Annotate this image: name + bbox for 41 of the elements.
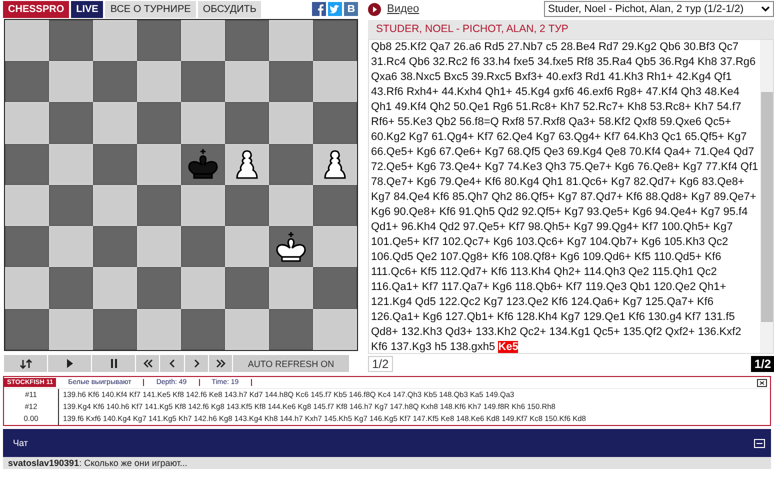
first-move-button[interactable] (136, 355, 159, 372)
game-select[interactable]: Studer, Noel - Pichot, Alan, 2 тур (1/2-1/2) (544, 1, 774, 18)
nav-tab[interactable]: ОБСУДИТЬ (198, 0, 262, 18)
minimize-icon[interactable] (754, 438, 765, 448)
double-chevron-left-icon (142, 359, 152, 368)
scrollbar[interactable] (760, 40, 773, 354)
nav-tab[interactable]: CHESSPRO (3, 0, 70, 18)
moves-text: Qb8 25.Kf2 Qa7 26.a6 Rd5 27.Nb7 c5 28.Be4 Rd7 29.Kg2 Qb6 30.Bf3 Qc7 31.Rc4 Qb6 32.Rc2 f6 33.h4 fxe5 34.fxe5 Rf8 35.Ra4 Qb5 36.Rg4 Kh8 37.Rg6 Qxa6 38.Nxc5 Bxc5 39.Rxc5 Bxf3+ 40.exf3 Rd1 41.Kh3 Rh1+ 42.Kg4 Qf1 43.Rf6 Rxh4+ 44.Kxh4 Qh1+ 45.Kg4 gxf6 46.exf6 Rg8+ 47.Kf4 Qh3 48.Ke4 Qh1 49.Kf4 Qh2 50.Qe1 Rg6 51.Rc8+ Kh7 52.Rc7+ Kh8 53.Rc8+ Kh7 54.f7 Rf6+ 55.Ke3 Qb2 56.f8=Q Rxf8 57.Rxf8 Qa3+ 58.Kf2 Qxf8 59.Qxe6 Qc5+ 60.Kg2 Kg7 61.Qg4+ Kf7 62.Qe4 Kg7 63.Qg4+ Kf7 64.Kh3 Qc1 65.Qf5+ Kg7 66.Qe5+ Kg6 67.Qe6+ Kg7 68.Qf5 Qe3 69.Kg4 Qe8 70.Kf4 Qa4+ 71.Qe4 Qd7 72.Qe5+ Kg6 73.Qe4+ Kg7 74.Ke3 Qh3 75.Qe7+ Kg6 76.Qe8+ Kg7 77.Kf4 Qf1 78.Qe7+ Kg6 79.Qe4+ Kf6 80.Kg4 Qh1 81.Qc6+ Kg7 82.Qd7+ Kg6 83.Qe8+ Kg7 84.Qe4 Kf6 85.Qh7 Qh2 86.Qf5+ Kg7 87.Qd7+ Kf6 88.Qd8+ Kg7 89.Qe7+ Kg6 90.Qe8+ Kf6 91.Qh5 Qd2 92.Qf5+ Kg7 93.Qe5+ Kg6 94.Qe4+ Kg7 95.f4 Qd1+ 96.Kh4 Qd2 97.Qe5+ Kf7 98.Qh5+ Kg7 99.Qg4+ Kf7 100.Qh5+ Kg7 101.Qe5+ Kf7 102.Qc7+ Kg6 103.Qc6+ Kg7 104.Qb7+ Kg6 105.Kh3 Qc2 106.Qd5 Qe2 107.Qg8+ Kf6 108.Qf8+ Kg6 109.Qd6+ Kf5 110.Qd5+ Kf6 111.Qc6+ Kf5 112.Qd7+ Kf6 113.Kh4 Qh2+ 114.Qh3 Qe2 115.Qh1 Qc2 116.Qa1+ Kf7 117.Qa7+ Kg6 118.Qb6+ Kf7 119.Qe3 Qb1 120.Qe2 Qh1+ 121.Kg4 Qd5 122.Qc2 Kg7 123.Qe2 Kf6 124.Qa6+ Kg7 125.Qa7+ Kf6 126.Qa1+ Kg6 127.Qb1+ Kf6 128.Kh4 Kg7 129.Qe1 Kf6 130.g4 Kf7 131.f5 Qd8+ 132.Kh3 Qd3+ 133.Kh2 Qc2+ 134.Kg1 Qc5+ 135.Qf2 Qxf2+ 136.Kxf2 Kf6 137.Kg3 h5 138.gxh5 Ke5 (370, 40, 760, 354)
chevron-right-icon (194, 359, 200, 368)
video-link-text[interactable]: Видео (387, 3, 420, 16)
chat-title: Чат (13, 438, 28, 448)
result-badge: 1/2 (751, 356, 774, 372)
game-select-value: Studer, Noel - Pichot, Alan, 2 тур (1/2-1/2) (548, 3, 744, 16)
vk-icon[interactable] (344, 2, 358, 16)
light-king-icon (274, 230, 308, 264)
next-move-button[interactable] (185, 355, 208, 372)
nav-tab[interactable]: LIVE (71, 0, 104, 18)
pause-icon (110, 359, 116, 368)
facebook-icon[interactable] (312, 2, 326, 16)
auto-refresh-button[interactable]: AUTO REFRESH ON (233, 355, 349, 372)
bird-icon[interactable] (328, 2, 342, 16)
game-title: STUDER, NOEL - PICHOT, ALAN, 2 ТУР (368, 20, 774, 39)
nav-tab[interactable]: ВСЕ О ТУРНИРЕ (105, 0, 196, 18)
close-icon[interactable] (757, 378, 767, 386)
previous-move-button[interactable] (160, 355, 184, 372)
video-link[interactable]: Видео (368, 2, 420, 16)
chevron-down-icon (761, 6, 770, 12)
chevron-left-icon (169, 359, 175, 368)
dark-king-icon (186, 147, 220, 182)
result-field: 1/2 (368, 356, 393, 372)
chat-message: svatoslav190391: Сколько же они играют... (3, 457, 771, 469)
flip-board-button[interactable] (4, 355, 47, 372)
play-button[interactable] (48, 355, 91, 372)
last-move-button[interactable] (209, 355, 232, 372)
double-chevron-right-icon (216, 359, 226, 368)
pause-button[interactable] (92, 355, 135, 372)
play-icon (66, 359, 74, 368)
play-circle-icon (368, 2, 381, 16)
current-move[interactable]: Ke5 (498, 340, 518, 353)
board-square[interactable] (269, 226, 313, 268)
swap-arrows-icon (18, 358, 32, 368)
